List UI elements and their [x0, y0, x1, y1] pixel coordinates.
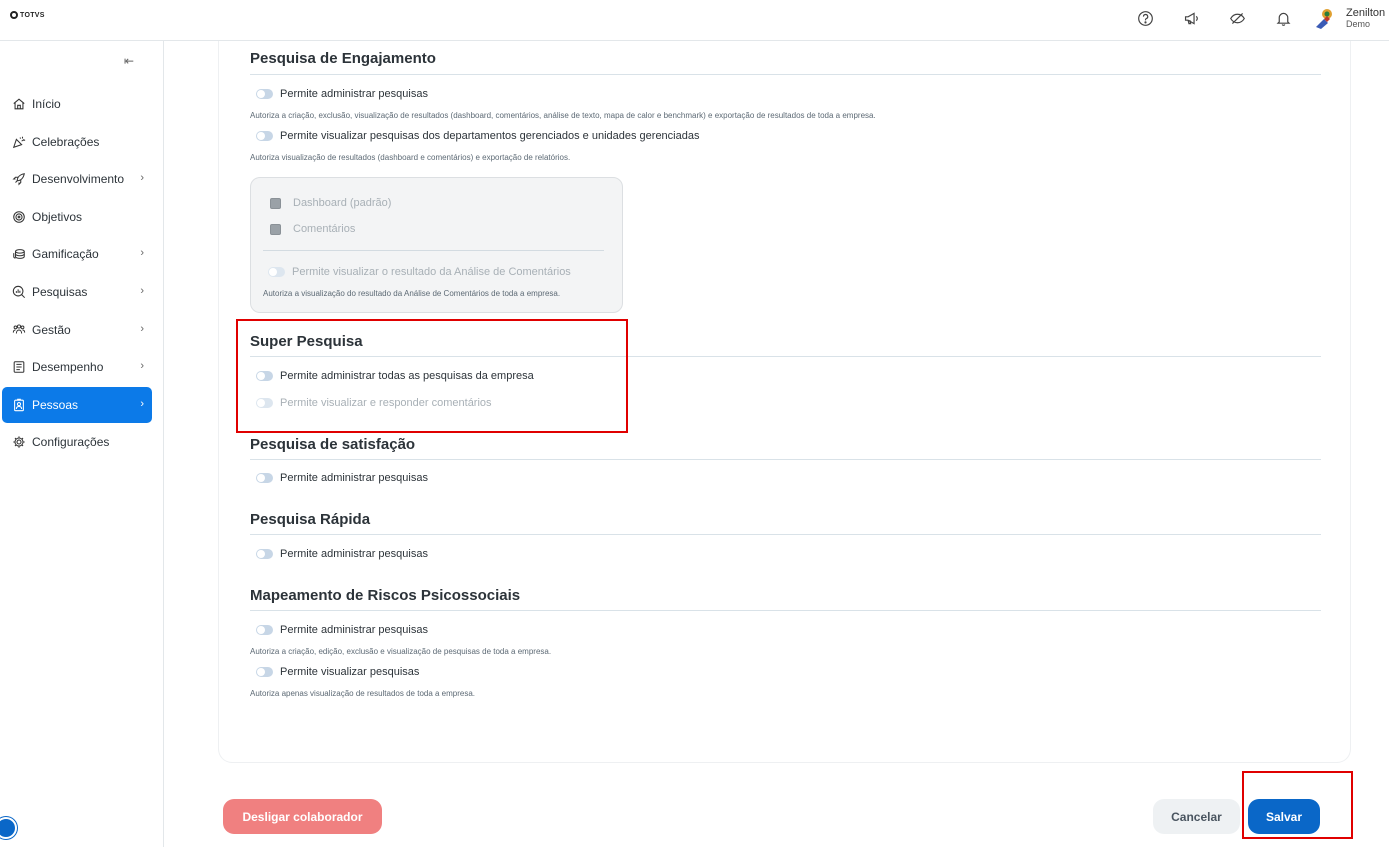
toggle-row-riscos-view[interactable]: Permite visualizar pesquisas	[256, 666, 419, 678]
help-icon[interactable]	[1135, 8, 1155, 28]
toggle-label: Permite visualizar o resultado da Anális…	[292, 266, 571, 278]
toggle-row-engajamento-view-dept[interactable]: Permite visualizar pesquisas dos departa…	[256, 130, 699, 142]
toggle-label: Permite visualizar pesquisas	[280, 666, 420, 678]
checkbox[interactable]	[270, 197, 281, 209]
sidebar-item-desempenho[interactable]: Desempenho ›	[2, 349, 152, 385]
user-avatar[interactable]	[1314, 7, 1336, 29]
section-divider	[250, 610, 1321, 611]
sidebar-item-pessoas[interactable]: Pessoas ›	[2, 386, 152, 423]
sidebar-item-label: Configurações	[32, 435, 110, 450]
section-title-riscos: Mapeamento de Riscos Psicossociais	[250, 587, 521, 604]
section-divider	[250, 534, 1321, 535]
toggle-label: Permite visualizar pesquisas dos departa…	[280, 130, 700, 142]
target-icon	[12, 210, 26, 224]
user-name: Zenilton	[1346, 7, 1386, 19]
toggle-switch[interactable]	[256, 625, 273, 635]
sidebar-item-label: Pessoas	[32, 397, 79, 412]
toggle-label: Permite administrar pesquisas	[280, 472, 428, 484]
toggle-switch[interactable]	[256, 549, 273, 559]
sidebar-item-label: Gamificação	[32, 247, 99, 262]
user-subtitle: Demo	[1346, 19, 1371, 29]
sidebar-item-pesquisas[interactable]: Pesquisas ›	[2, 274, 152, 310]
sidebar-item-objetivos[interactable]: Objetivos	[2, 199, 152, 235]
collapse-sidebar-icon[interactable]: ⇤	[124, 54, 134, 68]
permission-description: Autoriza a visualização do resultado da …	[263, 289, 561, 298]
sidebar-item-label: Início	[32, 97, 61, 111]
permission-description: Autoriza visualização de resultados (das…	[250, 153, 571, 162]
chevron-right-icon: ›	[140, 360, 144, 373]
sidebar-item-gamificacao[interactable]: Gamificação ›	[2, 236, 152, 272]
party-icon	[12, 135, 26, 149]
toggle-switch[interactable]	[256, 473, 273, 483]
bell-icon[interactable]	[1273, 8, 1293, 28]
dismiss-employee-button[interactable]: Desligar colaborador	[223, 799, 382, 834]
sidebar-item-label: Desenvolvimento	[32, 172, 125, 187]
toggle-switch[interactable]	[256, 89, 273, 99]
permission-description: Autoriza a criação, exclusão, visualizaç…	[250, 111, 876, 120]
checkbox-row-comentarios[interactable]: Comentários	[270, 223, 355, 235]
coins-icon	[12, 247, 26, 261]
section-divider	[250, 459, 1321, 460]
toggle-row-engajamento-admin[interactable]: Permite administrar pesquisas	[256, 88, 428, 100]
person-badge-icon	[12, 398, 26, 412]
checklist-icon	[12, 360, 26, 374]
sidebar-item-label: Pesquisas	[32, 284, 88, 299]
checkbox-row-dashboard[interactable]: Dashboard (padrão)	[270, 197, 391, 209]
totvs-logo[interactable]: TOTVS	[10, 11, 45, 19]
sidebar-item-desenvolvimento[interactable]: Desenvolvimento ›	[2, 161, 152, 197]
toggle-row-rapida-admin[interactable]: Permite administrar pesquisas	[256, 548, 428, 560]
home-icon	[12, 97, 26, 111]
toggle-switch[interactable]	[256, 131, 273, 141]
sub-box-divider	[263, 250, 604, 251]
rocket-icon	[12, 172, 26, 186]
chevron-right-icon: ›	[140, 284, 144, 297]
sidebar-item-gestao[interactable]: Gestão ›	[2, 312, 152, 348]
chevron-right-icon: ›	[140, 397, 144, 410]
sidebar-item-label: Celebrações	[32, 134, 100, 149]
section-title-satisfacao: Pesquisa de satisfação	[250, 436, 416, 453]
checkbox[interactable]	[270, 223, 281, 235]
sidebar-item-label: Objetivos	[32, 209, 83, 224]
notification-bubble-icon[interactable]	[0, 817, 17, 839]
toggle-label: Permite administrar pesquisas	[280, 624, 428, 636]
toggle-switch[interactable]	[268, 267, 285, 277]
logo-text: TOTVS	[20, 11, 45, 19]
top-bar: TOTVS Zenilton Demo	[0, 0, 1389, 41]
sidebar-item-label: Desempenho	[32, 360, 104, 375]
sidebar-item-label: Gestão	[32, 322, 71, 337]
chevron-right-icon: ›	[140, 172, 144, 185]
checkbox-label: Dashboard (padrão)	[293, 197, 392, 209]
no-eye-icon[interactable]	[1227, 8, 1247, 28]
logo-ring-icon	[10, 11, 18, 19]
toggle-label: Permite administrar pesquisas	[280, 548, 428, 560]
section-title-engajamento: Pesquisa de Engajamento	[250, 50, 436, 67]
gear-icon	[12, 435, 26, 449]
section-divider	[250, 74, 1321, 75]
sidebar-item-inicio[interactable]: Início	[2, 86, 152, 122]
highlight-box-super-pesquisa	[236, 319, 628, 433]
cancel-button[interactable]: Cancelar	[1153, 799, 1240, 834]
team-icon	[12, 323, 26, 337]
chevron-right-icon: ›	[140, 322, 144, 335]
survey-icon	[12, 285, 26, 299]
megaphone-icon[interactable]	[1181, 8, 1201, 28]
permission-description: Autoriza apenas visualização de resultad…	[250, 689, 476, 698]
toggle-row-analise-comentarios[interactable]: Permite visualizar o resultado da Anális…	[268, 266, 571, 278]
toggle-label: Permite administrar pesquisas	[280, 88, 428, 100]
sidebar-nav: Início Celebrações Desenvolvimento › Obj…	[0, 86, 164, 462]
highlight-box-save	[1242, 771, 1353, 839]
toggle-row-riscos-admin[interactable]: Permite administrar pesquisas	[256, 624, 428, 636]
toggle-row-satisfacao-admin[interactable]: Permite administrar pesquisas	[256, 472, 428, 484]
toggle-switch[interactable]	[256, 667, 273, 677]
section-title-rapida: Pesquisa Rápida	[250, 511, 371, 528]
top-icon-group	[1135, 8, 1319, 28]
chevron-right-icon: ›	[140, 247, 144, 260]
permission-description: Autoriza a criação, edição, exclusão e v…	[250, 647, 552, 656]
sub-permissions-box: Dashboard (padrão) Comentários Permite v…	[250, 177, 623, 313]
user-info[interactable]: Zenilton Demo	[1346, 8, 1385, 29]
sidebar-item-configuracoes[interactable]: Configurações	[2, 424, 152, 460]
sidebar: ⇤ Início Celebrações Desenvolvimento › O…	[0, 41, 164, 847]
checkbox-label: Comentários	[293, 223, 356, 235]
sidebar-item-celebracoes[interactable]: Celebrações	[2, 124, 152, 160]
